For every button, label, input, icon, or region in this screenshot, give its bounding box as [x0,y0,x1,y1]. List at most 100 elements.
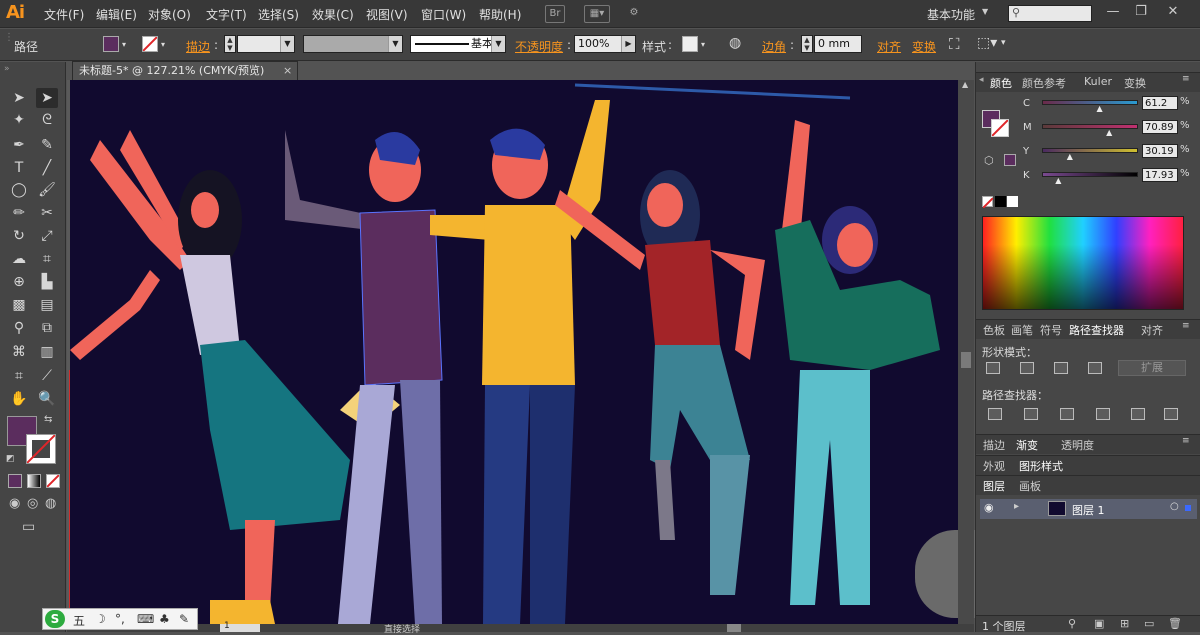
expand-arrow-icon[interactable]: ▸ [1014,501,1019,512]
rotate-tool-icon[interactable]: ↻ [8,226,30,246]
none-color-swatch[interactable] [982,196,994,209]
menu-file[interactable]: 文件(F) [44,6,84,23]
punctuation-icon[interactable]: °, [115,612,125,626]
minus-front-icon[interactable] [1020,362,1034,374]
menu-select[interactable]: 选择(S) [258,6,299,23]
unite-icon[interactable] [986,362,1000,374]
corner-stepper[interactable]: ▲ ▼ [801,35,813,53]
scroll-up-icon[interactable]: ▲ [962,80,968,89]
gradient-mode-icon[interactable] [27,474,41,488]
menu-view[interactable]: 视图(V) [366,6,408,23]
out-of-gamut-swatch[interactable] [1004,154,1016,166]
cmyk-value-input[interactable]: 70.89 [1142,120,1178,134]
tab-transparency[interactable]: 透明度 [1061,437,1094,453]
layer-row[interactable]: ◉ ▸ 图层 1 ○ [980,499,1197,519]
trim-icon[interactable] [1024,408,1038,420]
paintbrush-tool-icon[interactable]: 🖌 [36,180,58,200]
cmyk-value-input[interactable]: 30.19 [1142,144,1178,158]
scale-tool-icon[interactable]: ⤢ [36,226,58,246]
warp-tool-icon[interactable]: ☁ [8,249,30,269]
document-tab[interactable]: 未标题-5* @ 127.21% (CMYK/预览) × [72,61,298,80]
tab-symbols[interactable]: 符号 [1040,322,1062,338]
minimize-button[interactable]: — [1104,4,1122,20]
ellipse-tool-icon[interactable]: ◯ [8,180,30,200]
slider-handle-icon[interactable]: ▲ [1097,104,1103,113]
selected-shirt-shape[interactable] [359,209,443,386]
gpu-performance-icon[interactable]: ⚙ [622,5,646,23]
zoom-tool-icon[interactable]: 🔍 [36,389,58,409]
target-icon[interactable]: ○ [1170,501,1179,512]
tab-transform[interactable]: 变换 [1124,75,1146,91]
cmyk-slider-m[interactable] [1042,124,1138,129]
menu-effect[interactable]: 效果(C) [312,6,354,23]
panel-menu-icon[interactable]: ≡ [1182,436,1190,446]
chevron-down-icon[interactable]: ▾ [161,40,165,49]
swap-colors-icon[interactable]: ⇆ [44,414,52,425]
chevron-down-icon[interactable]: ▼ [982,7,988,16]
panel-menu-icon[interactable]: ≡ [1182,321,1190,331]
selection-indicator[interactable] [1185,505,1191,511]
tab-layers[interactable]: 图层 [983,478,1005,494]
tab-pathfinder[interactable]: 路径查找器 [1069,322,1124,338]
direct-selection-tool-icon[interactable]: ➤ [36,88,58,108]
lasso-tool-icon[interactable]: ᘓ [36,110,58,130]
none-mode-icon[interactable] [46,474,60,488]
screen-mode-icon[interactable]: ▭ [22,519,35,535]
stroke-color-swatch[interactable] [26,434,56,464]
slider-handle-icon[interactable]: ▲ [1106,128,1112,137]
gradient-tool-icon[interactable]: ▤ [36,295,58,315]
corner-input[interactable]: 0 mm [814,35,862,53]
divide-icon[interactable] [988,408,1002,420]
tab-brushes[interactable]: 画笔 [1011,322,1033,338]
pencil-tool-icon[interactable]: ✏ [8,203,30,223]
chevron-down-icon[interactable]: ▾ [122,40,126,49]
free-transform-tool-icon[interactable]: ⌗ [36,249,58,269]
variable-width-dropdown[interactable]: ▼ [303,35,403,53]
transform-link[interactable]: 变换 [912,38,936,55]
tab-graphic-styles[interactable]: 图形样式 [1019,458,1063,474]
merge-icon[interactable] [1060,408,1074,420]
hand-tool-icon[interactable]: ✋ [8,389,30,409]
close-button[interactable]: ✕ [1164,4,1182,20]
minus-back-icon[interactable] [1164,408,1178,420]
curvature-tool-icon[interactable]: ✎ [36,135,58,155]
panel-menu-icon[interactable]: ▾ [1001,38,1006,48]
ime-mode-label[interactable]: 五 [73,612,85,629]
artboard-tool-icon[interactable]: ⌗ [8,366,30,386]
stroke-swatch[interactable] [142,36,158,52]
mesh-tool-icon[interactable]: ▩ [8,295,30,315]
slider-handle-icon[interactable]: ▲ [1055,176,1061,185]
align-link[interactable]: 对齐 [877,38,901,55]
menu-edit[interactable]: 编辑(E) [96,6,137,23]
arrange-documents-icon[interactable]: ▦▾ [584,5,610,23]
slider-handle-icon[interactable]: ▲ [1067,152,1073,161]
eyedropper-tool-icon[interactable]: ⚲ [8,318,30,338]
tab-artboards[interactable]: 画板 [1019,478,1041,494]
pen-tool-icon[interactable]: ✒ [8,135,30,155]
scissors-tool-icon[interactable]: ✂ [36,203,58,223]
vertical-scrollbar[interactable]: ▲ [958,80,974,624]
opacity-label[interactable]: 不透明度 [515,38,563,55]
moon-icon[interactable]: ☽ [95,612,106,626]
shape-builder-tool-icon[interactable]: ⊕ [8,272,30,292]
fill-swatch[interactable] [103,36,119,52]
white-swatch[interactable] [1007,196,1018,207]
default-colors-icon[interactable]: ◩ [6,454,15,464]
corner-label[interactable]: 边角 [762,38,786,55]
draw-inside-icon[interactable]: ◍ [45,496,56,511]
select-similar-icon[interactable]: ⬚▾ [977,35,997,51]
color-spectrum[interactable] [982,216,1184,310]
cmyk-value-input[interactable]: 17.93 [1142,168,1178,182]
menu-window[interactable]: 窗口(W) [421,6,466,23]
exclude-icon[interactable] [1088,362,1102,374]
graphic-style-swatch[interactable] [682,36,698,52]
panel-stroke-swatch[interactable] [991,119,1009,137]
keyboard-icon[interactable]: ⌨ [137,612,154,626]
skin-icon[interactable]: ♣ [159,612,170,626]
intersect-icon[interactable] [1054,362,1068,374]
bridge-icon[interactable]: Br [545,5,565,23]
expand-button[interactable]: 扩展 [1118,360,1186,376]
zoom-field[interactable]: 1 [220,621,260,632]
black-swatch[interactable] [995,196,1006,207]
close-tab-icon[interactable]: × [283,62,292,80]
